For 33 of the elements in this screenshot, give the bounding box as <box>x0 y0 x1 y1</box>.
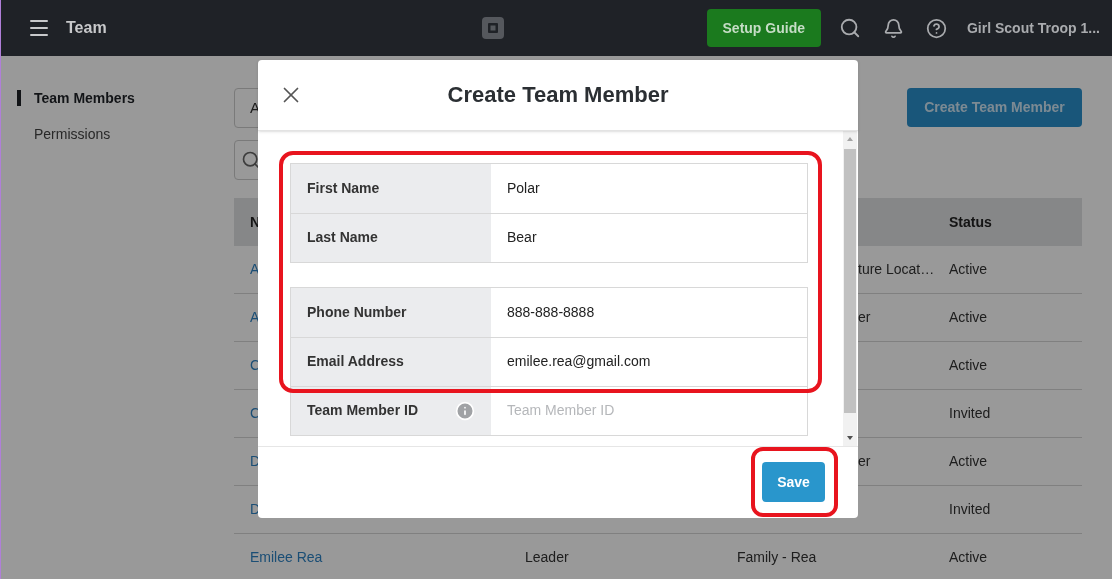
page-title: Team <box>66 18 107 38</box>
column-header: Status <box>949 212 992 232</box>
field-label: Phone Number <box>307 302 407 322</box>
table-cell: er <box>858 309 871 325</box>
sidebar-item[interactable]: Permissions <box>17 126 234 142</box>
member-name-link[interactable]: Emilee Rea <box>234 547 525 568</box>
table-cell: er <box>858 453 871 469</box>
table-cell: Leader <box>525 549 569 565</box>
table-cell-text: Active <box>949 548 988 567</box>
table-cell-text: Active <box>949 260 988 279</box>
table-cell-text: Active <box>949 356 988 375</box>
create-team-member-button[interactable]: Create Team Member <box>907 88 1082 127</box>
dialog-title: Create Team Member <box>447 81 669 110</box>
table-cell-text: Active <box>949 308 988 327</box>
field-label: Email Address <box>307 352 404 371</box>
save-button[interactable]: Save <box>762 462 825 503</box>
setup-guide-button[interactable]: Setup Guide <box>706 9 821 47</box>
field-label: Team Member ID <box>307 401 418 420</box>
account-name[interactable]: Girl Scout Troop 1... <box>967 17 1100 39</box>
table-cell: ture Locat… <box>858 261 935 277</box>
sidebar-item[interactable]: Team Members <box>17 90 234 106</box>
table-cell-text: Invited <box>949 500 991 519</box>
bell-icon[interactable] <box>883 17 904 39</box>
field-label: First Name <box>307 178 380 198</box>
help-icon[interactable] <box>926 17 947 39</box>
table-cell-text: Invited <box>949 404 991 423</box>
scrollbar[interactable] <box>843 130 857 446</box>
search-icon[interactable] <box>839 17 861 39</box>
table-cell-text: Active <box>949 452 988 471</box>
search-icon <box>241 150 261 170</box>
table-cell: Family - Rea <box>737 549 817 565</box>
field-label: Last Name <box>307 228 378 247</box>
logo-icon <box>481 16 506 40</box>
